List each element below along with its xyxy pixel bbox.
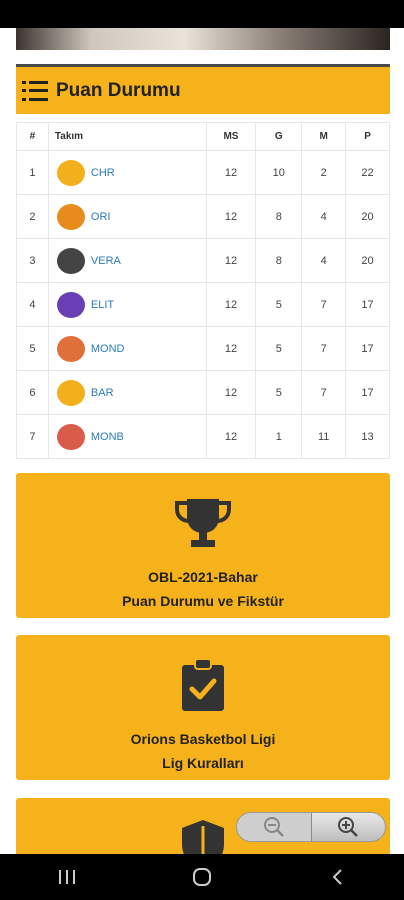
list-icon: [22, 80, 48, 101]
team-logo: [56, 247, 85, 274]
p-cell: 22: [345, 150, 390, 195]
rank-cell: 1: [16, 150, 49, 195]
team-cell[interactable]: ORI: [47, 194, 207, 239]
m-cell: 11: [301, 414, 347, 459]
col-g-header: G: [255, 122, 303, 151]
recent-apps-icon: [59, 870, 76, 884]
table-row[interactable]: 1 CHR 12 10 2 22: [16, 150, 390, 195]
ms-cell: 12: [205, 194, 257, 239]
team-logo: [56, 159, 85, 186]
col-rank-header: #: [16, 122, 49, 151]
zoom-in-icon: [338, 817, 359, 837]
recent-apps-button[interactable]: [47, 862, 87, 892]
rules-card-title: Orions Basketbol Ligi: [130, 731, 276, 747]
table-row[interactable]: 3 VERA 12 8 4 20: [16, 238, 390, 283]
p-cell: 17: [345, 326, 390, 371]
ms-cell: 12: [205, 150, 257, 195]
fixture-card[interactable]: OBL-2021-Bahar Puan Durumu ve Fikstür: [16, 473, 390, 618]
g-cell: 8: [255, 194, 303, 239]
standings-table: # Takım MS G M P 1 CHR 12 10 2 22 2 ORI 12 8 4 20 3 V…: [16, 122, 390, 459]
team-logo: [56, 379, 85, 406]
zoom-out-icon: [263, 817, 284, 837]
team-link[interactable]: ORI: [91, 211, 111, 223]
ms-cell: 12: [205, 238, 257, 283]
rank-cell: 4: [16, 282, 49, 327]
ms-cell: 12: [205, 414, 257, 459]
team-logo: [56, 335, 85, 362]
team-link[interactable]: BAR: [91, 387, 114, 399]
team-cell[interactable]: CHR: [47, 150, 207, 195]
g-cell: 5: [255, 370, 303, 415]
rank-cell: 6: [16, 370, 49, 415]
hero-image: [16, 28, 390, 50]
g-cell: 5: [255, 282, 303, 327]
rules-card-subtitle: Lig Kuralları: [162, 755, 244, 771]
ms-cell: 12: [205, 326, 257, 371]
team-logo: [56, 423, 85, 450]
m-cell: 7: [301, 370, 347, 415]
p-cell: 17: [345, 370, 390, 415]
standings-title: Puan Durumu: [56, 79, 181, 101]
table-header-row: # Takım MS G M P: [16, 122, 390, 151]
team-cell[interactable]: MOND: [47, 326, 207, 371]
m-cell: 7: [301, 282, 347, 327]
trophy-icon: [173, 493, 233, 553]
col-team-header: Takım: [47, 122, 207, 151]
team-link[interactable]: VERA: [91, 255, 121, 267]
g-cell: 8: [255, 238, 303, 283]
table-row[interactable]: 6 BAR 12 5 7 17: [16, 370, 390, 415]
team-logo: [56, 203, 85, 230]
back-button[interactable]: [317, 862, 357, 892]
fixture-card-title: OBL-2021-Bahar: [148, 569, 258, 585]
team-link[interactable]: MONB: [91, 431, 124, 443]
m-cell: 2: [301, 150, 347, 195]
g-cell: 5: [255, 326, 303, 371]
col-m-header: M: [301, 122, 347, 151]
back-icon: [332, 869, 342, 885]
standings-panel: Puan Durumu # Takım MS G M P 1 CHR 12 10 2 22…: [16, 64, 390, 459]
zoom-out-button[interactable]: [237, 813, 312, 841]
team-cell[interactable]: BAR: [47, 370, 207, 415]
rank-cell: 7: [16, 414, 49, 459]
team-link[interactable]: ELIT: [91, 299, 114, 311]
rank-cell: 2: [16, 194, 49, 239]
rules-card[interactable]: Orions Basketbol Ligi Lig Kuralları: [16, 635, 390, 780]
table-row[interactable]: 7 MONB 12 1 11 13: [16, 414, 390, 459]
team-link[interactable]: MOND: [91, 343, 125, 355]
zoom-in-button[interactable]: [312, 813, 386, 841]
m-cell: 4: [301, 194, 347, 239]
rank-cell: 3: [16, 238, 49, 283]
standings-header: Puan Durumu: [16, 64, 390, 114]
p-cell: 17: [345, 282, 390, 327]
p-cell: 20: [345, 238, 390, 283]
system-nav-bar: [0, 854, 404, 900]
team-link[interactable]: CHR: [91, 167, 115, 179]
m-cell: 4: [301, 238, 347, 283]
ms-cell: 12: [205, 282, 257, 327]
team-cell[interactable]: MONB: [47, 414, 207, 459]
table-row[interactable]: 2 ORI 12 8 4 20: [16, 194, 390, 239]
team-cell[interactable]: VERA: [47, 238, 207, 283]
col-p-header: P: [345, 122, 390, 151]
team-logo: [56, 291, 85, 318]
clipboard-check-icon: [180, 655, 226, 715]
team-cell[interactable]: ELIT: [47, 282, 207, 327]
ms-cell: 12: [205, 370, 257, 415]
p-cell: 13: [345, 414, 390, 459]
g-cell: 1: [255, 414, 303, 459]
col-ms-header: MS: [205, 122, 257, 151]
rank-cell: 5: [16, 326, 49, 371]
g-cell: 10: [255, 150, 303, 195]
shield-icon: [178, 818, 228, 858]
zoom-control: [236, 812, 386, 842]
table-row[interactable]: 4 ELIT 12 5 7 17: [16, 282, 390, 327]
table-row[interactable]: 5 MOND 12 5 7 17: [16, 326, 390, 371]
p-cell: 20: [345, 194, 390, 239]
m-cell: 7: [301, 326, 347, 371]
fixture-card-subtitle: Puan Durumu ve Fikstür: [122, 593, 284, 609]
status-bar: [0, 0, 404, 28]
home-button[interactable]: [182, 862, 222, 892]
home-icon: [192, 868, 211, 886]
